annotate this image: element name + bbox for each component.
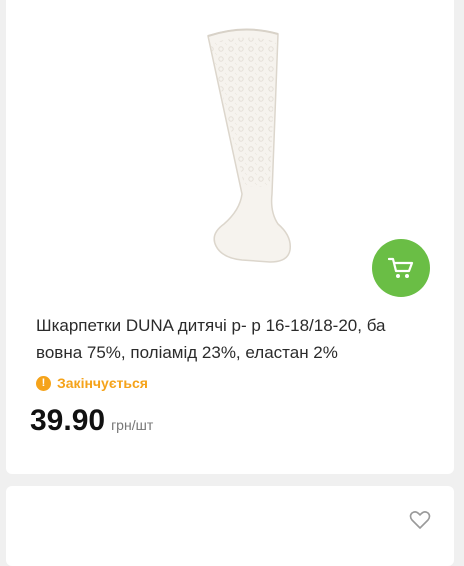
price-unit: грн/шт — [111, 417, 154, 433]
product-card[interactable]: Шкарпетки DUNA дитячі р- р 16-18/18-20, … — [6, 0, 454, 474]
price-value: 39.90 — [30, 404, 106, 437]
product-title[interactable]: Шкарпетки DUNA дитячі р- р 16-18/18-20, … — [36, 312, 436, 366]
stock-status: ! Закінчується — [36, 375, 148, 391]
exclamation-icon: ! — [36, 375, 51, 391]
product-image[interactable] — [186, 24, 296, 264]
cart-icon — [388, 257, 414, 278]
stock-status-label: Закінчується — [57, 375, 148, 391]
price-row: 39.90 грн/шт — [30, 404, 153, 438]
add-to-cart-button[interactable] — [372, 239, 430, 297]
product-card-next[interactable] — [6, 486, 454, 566]
heart-icon[interactable] — [408, 508, 432, 532]
